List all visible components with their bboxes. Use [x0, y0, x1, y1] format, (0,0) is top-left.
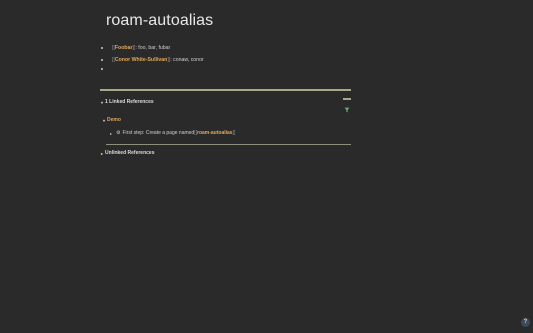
chevron-right-icon[interactable]: ▸ — [110, 131, 112, 136]
reference-text: First step: Create a page named — [122, 130, 195, 136]
page-link-roam-autoalias[interactable]: roam-autoalias — [197, 130, 233, 136]
linked-references-toggle[interactable]: ▾ 1 Linked References — [101, 99, 154, 105]
reference-block[interactable]: ▸ ⚙ First step: Create a page named [[ r… — [110, 130, 235, 136]
block-conor[interactable]: [[ Conor White-Sullivan ]] : conaw, cono… — [101, 57, 204, 63]
group-divider — [106, 144, 351, 145]
page-title[interactable]: roam-autoalias — [106, 12, 213, 30]
bullet-icon[interactable] — [101, 68, 103, 70]
page-link-conor[interactable]: Conor White-Sullivan — [115, 57, 167, 63]
block-text: : conaw, conor — [170, 57, 204, 63]
unlinked-references-toggle[interactable]: ▸ Unlinked References — [101, 150, 154, 156]
block-empty[interactable] — [101, 68, 112, 70]
page-container: roam-autoalias [[ Foobar ]] : foo, bar, … — [0, 0, 533, 333]
help-button[interactable]: ? — [521, 318, 530, 327]
bullet-icon[interactable] — [101, 59, 103, 61]
chevron-right-icon[interactable]: ▸ — [101, 151, 103, 156]
chevron-down-icon[interactable]: ▾ — [101, 100, 103, 105]
drag-handle[interactable] — [343, 98, 351, 100]
reference-group-demo[interactable]: ▾ Demo — [103, 117, 121, 123]
unlinked-references-label: Unlinked References — [105, 150, 155, 156]
filter-icon[interactable] — [344, 107, 350, 113]
linked-references-label: 1 Linked References — [105, 99, 154, 105]
block-foobar[interactable]: [[ Foobar ]] : foo, bar, fubar — [101, 45, 170, 51]
bracket-close: ]] — [232, 130, 236, 136]
page-link-foobar[interactable]: Foobar — [115, 45, 133, 51]
bullet-icon[interactable] — [101, 47, 103, 49]
reference-page-link[interactable]: Demo — [107, 117, 121, 123]
gear-icon: ⚙ — [116, 130, 121, 136]
references-divider — [100, 89, 351, 91]
block-text: : foo, bar, fubar — [135, 45, 171, 51]
chevron-down-icon[interactable]: ▾ — [103, 118, 105, 123]
